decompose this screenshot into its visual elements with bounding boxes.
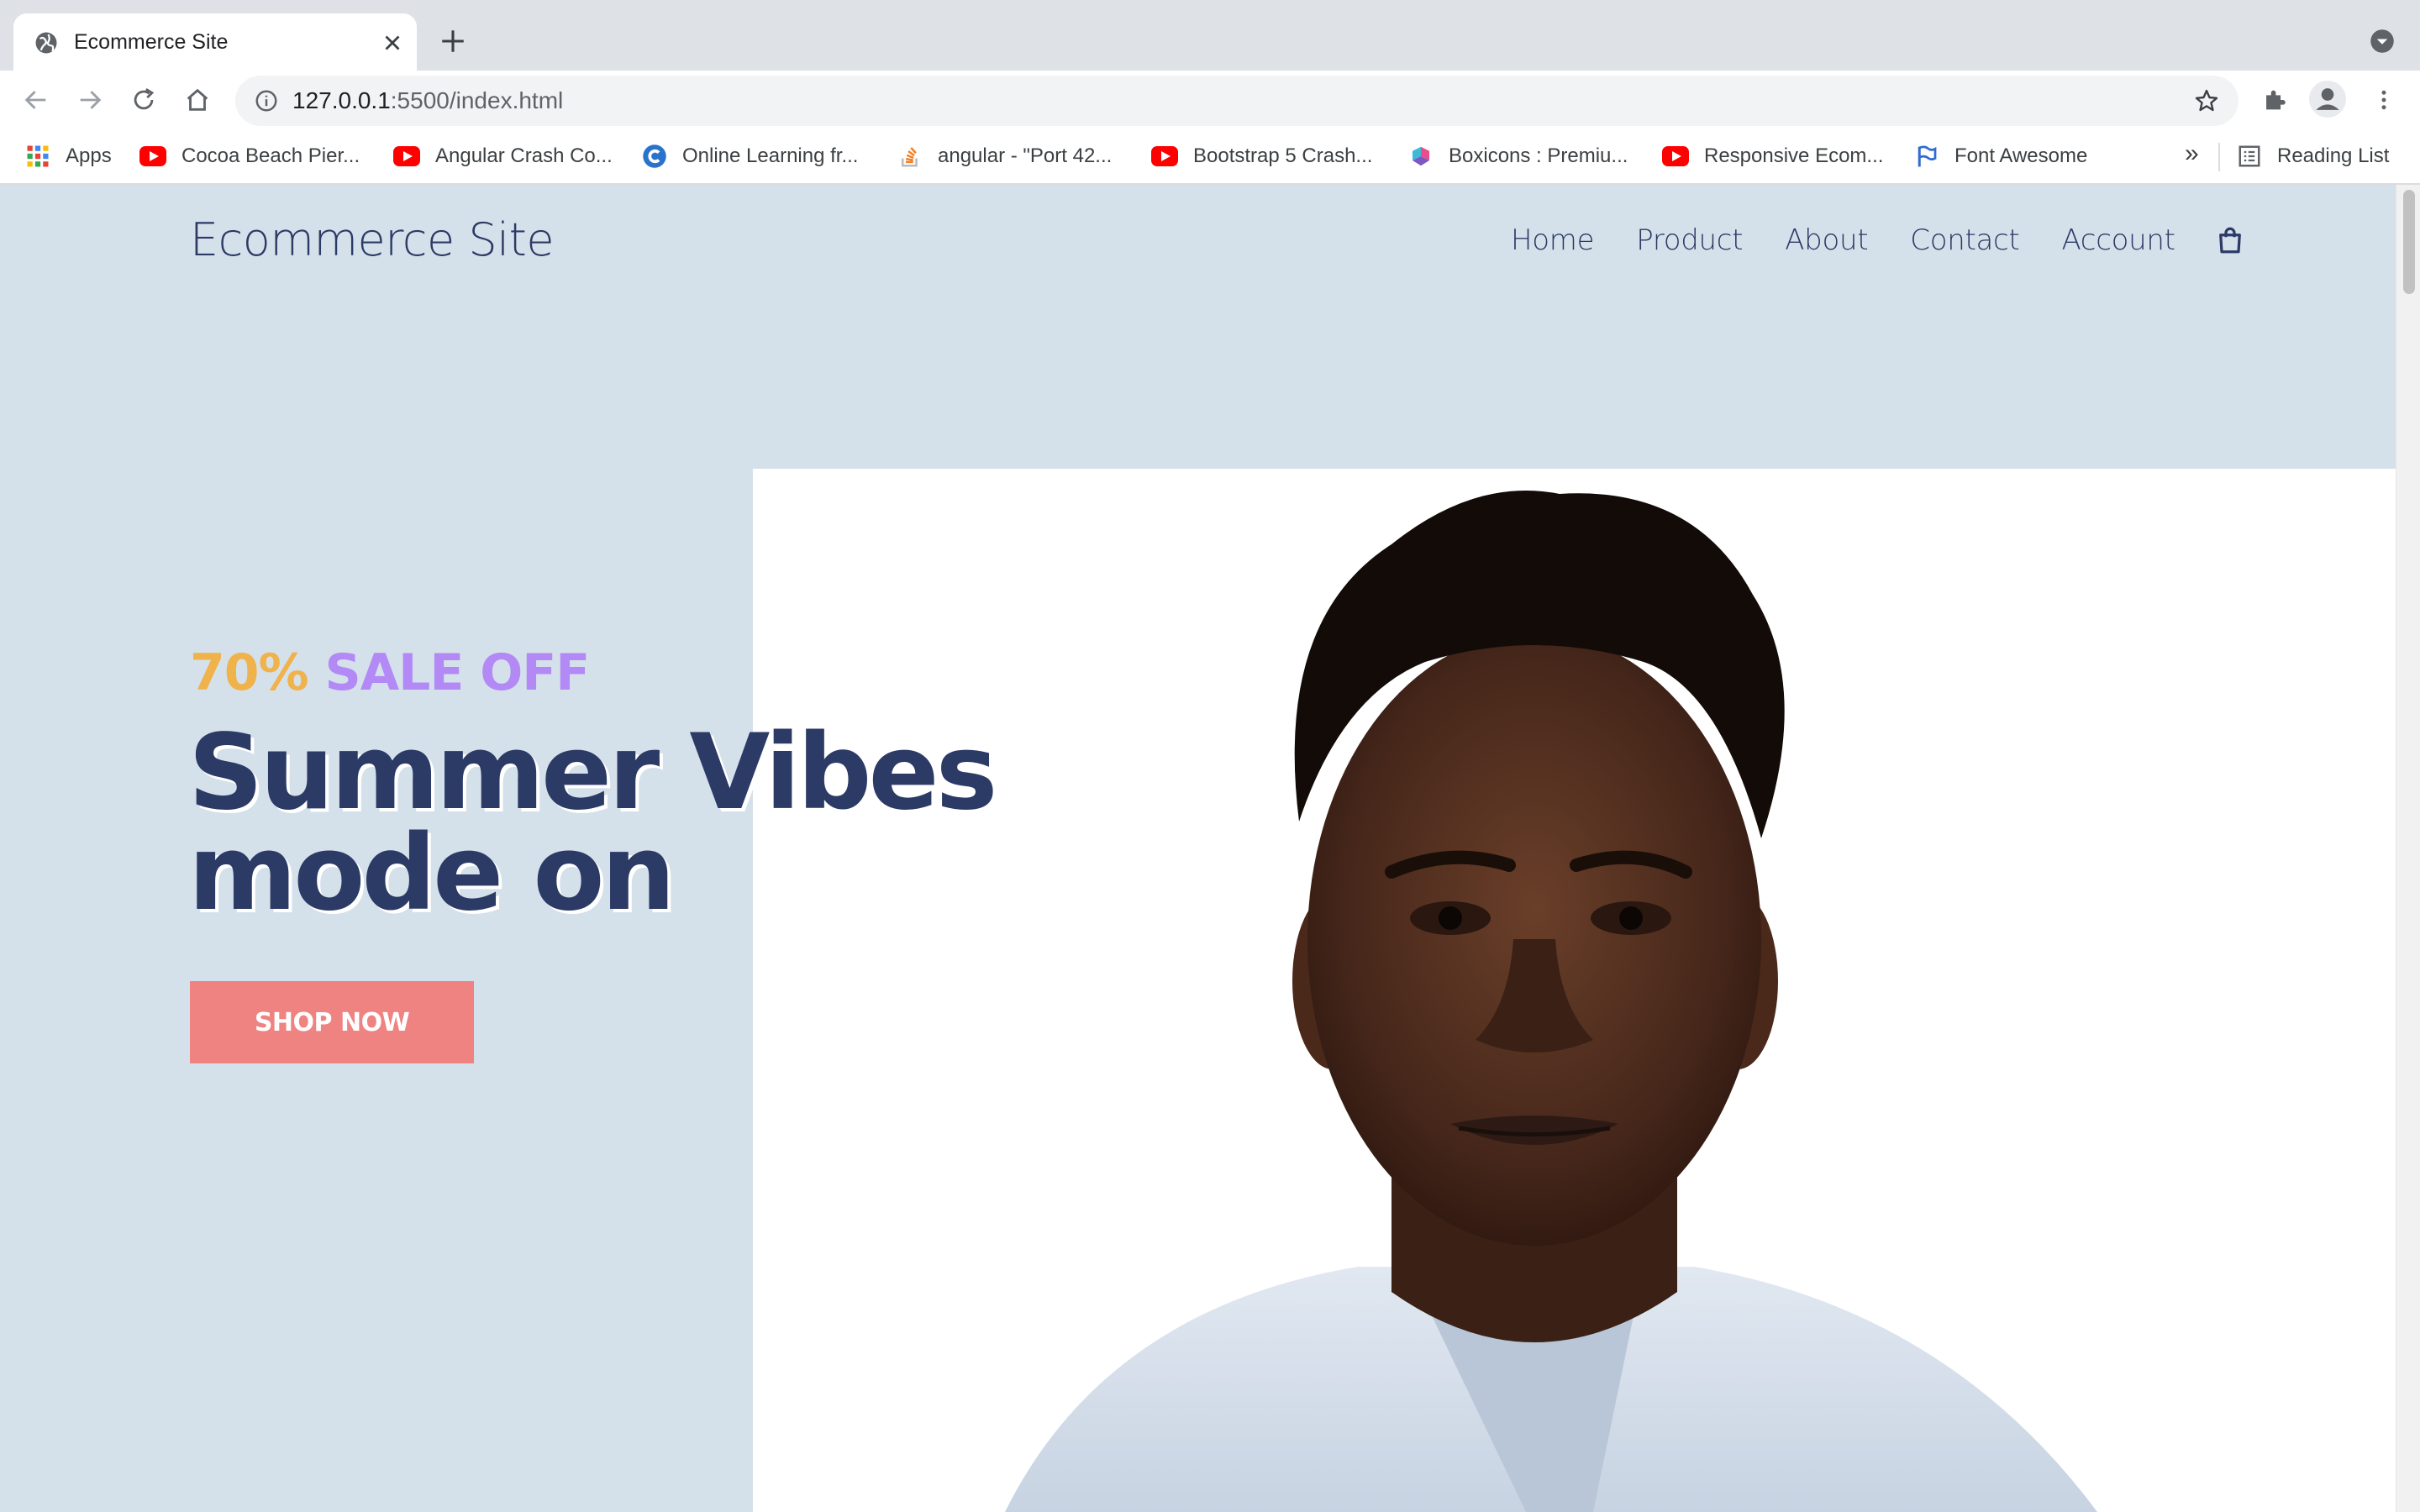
nav-contact[interactable]: Contact: [1910, 223, 2019, 257]
url-host: 127.0.0.1: [292, 87, 391, 113]
reading-list-label: Reading List: [2277, 144, 2390, 167]
bookmark-bootstrap[interactable]: Bootstrap 5 Crash...: [1151, 141, 1372, 171]
menu-kebab-icon[interactable]: [2371, 86, 2396, 114]
browser-toolbar: 127.0.0.1:5500/index.html: [0, 71, 2420, 129]
portrait-illustration: [1005, 491, 2097, 1512]
bookmark-angular-crash[interactable]: Angular Crash Co...: [393, 141, 613, 171]
bookmark-star-icon[interactable]: [2193, 87, 2220, 114]
hero-heading: Summer Vibes mode on: [188, 712, 997, 934]
bookmark-apps[interactable]: Apps: [25, 141, 112, 171]
boxicons-icon: [1413, 146, 1429, 166]
sale-percent: 70%: [190, 643, 309, 702]
site-logo[interactable]: Ecommerce Site: [190, 213, 555, 266]
browser-tab[interactable]: Ecommerce Site: [13, 13, 417, 71]
youtube-icon: [139, 146, 166, 166]
address-bar[interactable]: 127.0.0.1:5500/index.html: [235, 76, 2238, 126]
bookmark-boxicons[interactable]: Boxicons : Premiu...: [1408, 141, 1628, 171]
bookmark-label: Online Learning fr...: [682, 144, 859, 167]
sale-text: SALE OFF: [324, 643, 591, 702]
extensions-icon[interactable]: [2260, 86, 2289, 114]
home-icon[interactable]: [183, 86, 212, 114]
profile-avatar[interactable]: [2309, 81, 2346, 118]
coursera-icon: [643, 144, 666, 168]
new-tab-icon[interactable]: [439, 27, 467, 55]
stackoverflow-icon: [902, 147, 918, 167]
page-viewport: Ecommerce Site Home Product About Contac…: [0, 185, 2420, 1512]
flag-icon: [1918, 145, 1937, 167]
bookmark-label: angular - "Port 42...: [938, 144, 1113, 167]
close-tab-icon[interactable]: [380, 30, 405, 55]
hero-heading-line2: mode on: [188, 813, 676, 934]
bookmarks-overflow-chevron[interactable]: »: [2185, 139, 2199, 168]
bookmarks-bar: Apps Cocoa Beach Pier... Angular Crash C…: [0, 129, 2420, 185]
bookmark-label: Cocoa Beach Pier...: [182, 144, 360, 167]
youtube-icon: [393, 146, 420, 166]
bookmark-label: Angular Crash Co...: [435, 144, 613, 167]
tab-search-icon[interactable]: [2370, 29, 2395, 54]
youtube-icon: [1151, 146, 1178, 166]
bookmark-font-awesome[interactable]: Font Awesome: [1914, 141, 2087, 171]
bookmark-stackoverflow[interactable]: angular - "Port 42...: [897, 141, 1112, 171]
nav-account[interactable]: Account: [2061, 223, 2175, 257]
tab-title: Ecommerce Site: [74, 30, 229, 54]
back-icon[interactable]: [22, 86, 50, 114]
site-nav: Home Product About Contact Account: [1511, 223, 2243, 257]
bookmark-cocoa-beach[interactable]: Cocoa Beach Pier...: [139, 141, 360, 171]
sale-tagline: 70% SALE OFF: [190, 643, 591, 702]
apps-grid-icon: [27, 145, 49, 167]
nav-home[interactable]: Home: [1511, 223, 1595, 257]
page-scrollbar[interactable]: [2396, 185, 2420, 1512]
reading-list[interactable]: Reading List: [2237, 141, 2389, 171]
bookmark-label: Boxicons : Premiu...: [1449, 144, 1628, 167]
reload-icon[interactable]: [129, 86, 158, 114]
hero-heading-line1: Summer Vibes: [188, 712, 997, 833]
shop-now-button[interactable]: SHOP NOW: [190, 981, 474, 1063]
hero-image: [753, 469, 2396, 1512]
bookmark-label: Apps: [66, 144, 112, 167]
bookmark-label: Responsive Ecom...: [1704, 144, 1884, 167]
bookmark-label: Bootstrap 5 Crash...: [1193, 144, 1373, 167]
forward-icon[interactable]: [76, 86, 104, 114]
bookmark-responsive-ecom[interactable]: Responsive Ecom...: [1662, 141, 1883, 171]
bookmarks-divider: [2218, 143, 2220, 171]
globe-icon: [35, 32, 57, 54]
nav-about[interactable]: About: [1785, 223, 1868, 257]
bookmark-label: Font Awesome: [1954, 144, 2088, 167]
profile-icon: [2316, 88, 2339, 110]
reading-list-icon: [2238, 145, 2260, 167]
site-info-icon[interactable]: [254, 88, 279, 113]
url-path: :5500/index.html: [390, 87, 564, 113]
url-text: 127.0.0.1:5500/index.html: [292, 87, 563, 114]
scrollbar-thumb[interactable]: [2403, 190, 2415, 294]
tab-strip: Ecommerce Site: [0, 0, 2420, 71]
bookmark-coursera[interactable]: Online Learning fr...: [642, 141, 858, 171]
shopping-bag-icon[interactable]: [2217, 226, 2243, 255]
youtube-icon: [1662, 146, 1689, 166]
nav-product[interactable]: Product: [1636, 223, 1743, 257]
